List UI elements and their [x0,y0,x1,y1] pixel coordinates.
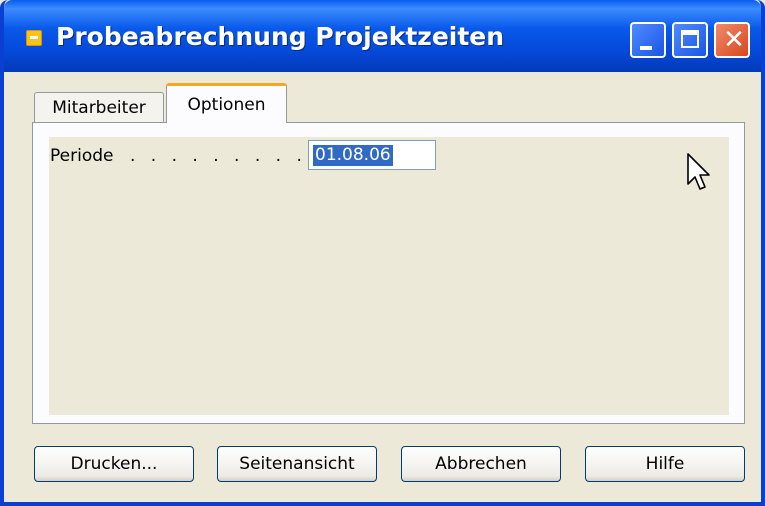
periode-leader-dots: . . . . . . . . . [130,146,307,166]
close-icon: ✕ [723,25,745,55]
window-title: Probeabrechnung Projektzeiten [56,22,505,51]
tab-label: Optionen [187,94,266,115]
options-area [49,137,729,415]
print-button[interactable]: Drucken... [34,446,194,482]
help-button[interactable]: Hilfe [585,446,745,482]
app-icon[interactable] [26,30,42,46]
minimize-icon [640,46,652,50]
tab-label: Mitarbeiter [52,97,146,118]
tab-mitarbeiter[interactable]: Mitarbeiter [34,92,164,122]
periode-input[interactable]: 01.08.06 [308,140,436,170]
cancel-button[interactable]: Abbrechen [401,446,561,482]
periode-value: 01.08.06 [313,145,393,166]
close-button[interactable]: ✕ [714,22,750,58]
maximize-icon [681,30,699,48]
title-bar[interactable]: Probeabrechnung Projektzeiten ✕ [4,0,761,72]
mouse-pointer-icon [687,153,710,190]
minimize-button[interactable] [630,22,666,58]
preview-button[interactable]: Seitenansicht [217,446,377,482]
maximize-button[interactable] [672,22,708,58]
tab-optionen[interactable]: Optionen [166,83,287,123]
periode-label: Periode [50,146,114,166]
